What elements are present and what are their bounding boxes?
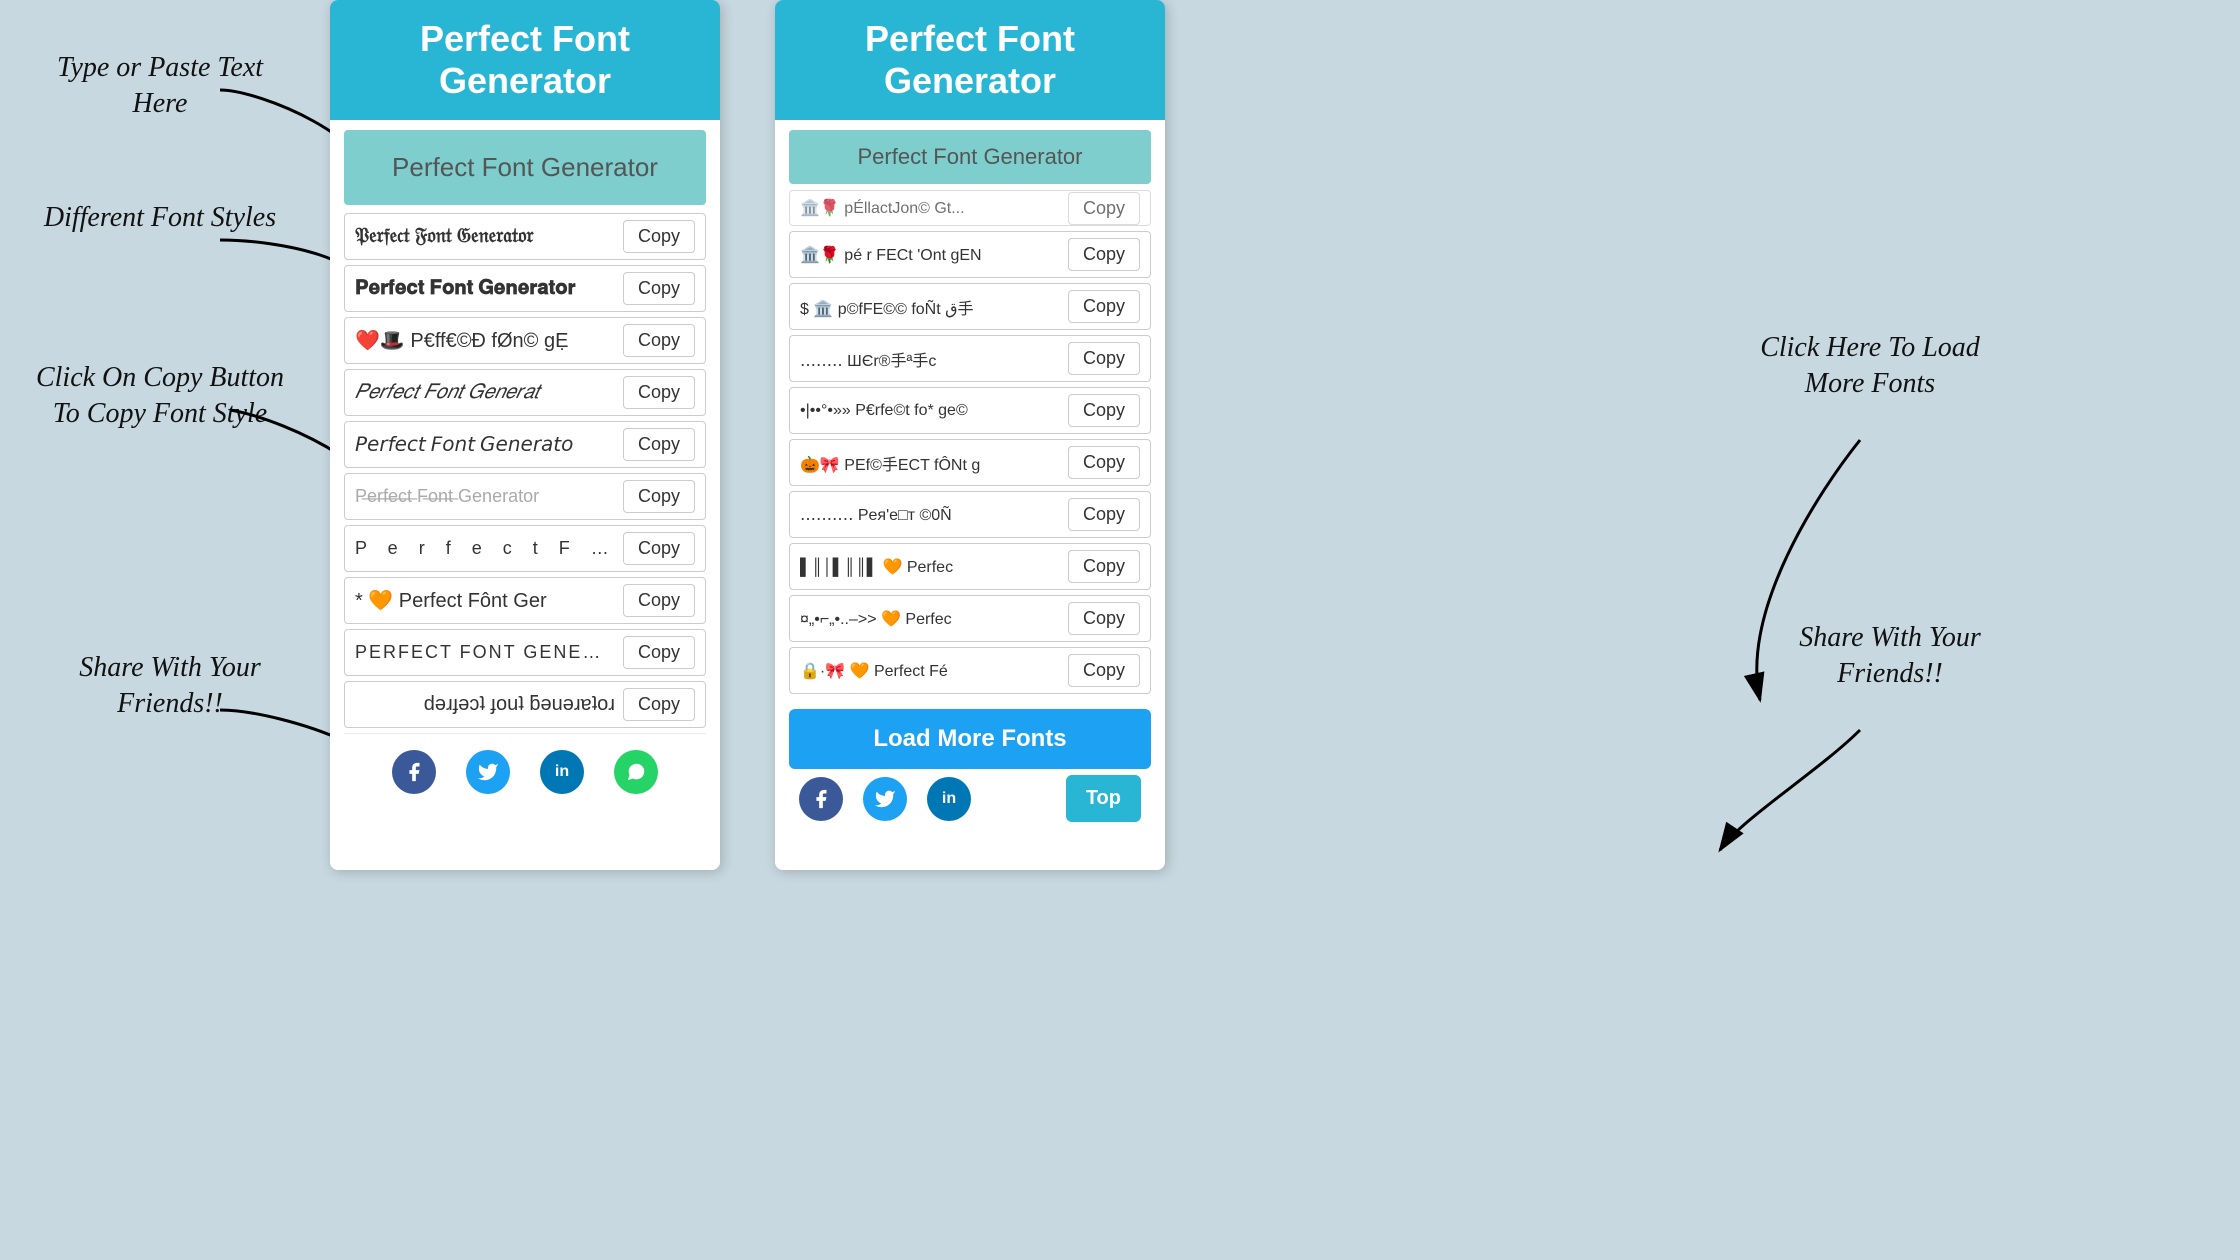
facebook-share-button-right[interactable]: [799, 777, 843, 821]
font-row: P e r f e c t F o n t Copy: [344, 525, 706, 572]
font-text: 𝔓𝔢𝔯𝔣𝔢𝔠𝔱 𝔉𝔬𝔫𝔱 𝔊𝔢𝔫𝔢𝔯𝔞𝔱𝔬𝔯: [355, 225, 615, 248]
linkedin-share-button-right[interactable]: in: [927, 777, 971, 821]
font-row: PERFECT FONT GENERATOR Copy: [344, 629, 706, 676]
font-row: ɹoʇɐɹǝuǝƃ ʇuoɟ ʇɔǝɟɹǝd Copy: [344, 681, 706, 728]
font-row: 🎃🎀 PEf©手ECT fÔNt g Copy: [789, 439, 1151, 486]
copy-button[interactable]: Copy: [623, 376, 695, 409]
font-row: * 🧡 Perfect Fônt Ger Copy: [344, 577, 706, 624]
left-panel: Perfect Font Generator 𝔓𝔢𝔯𝔣𝔢𝔠𝔱 𝔉𝔬𝔫𝔱 𝔊𝔢𝔫𝔢…: [330, 0, 720, 870]
facebook-share-button[interactable]: [392, 750, 436, 794]
font-text: ▌║│▌║║▌ 🧡 Perfec: [800, 557, 1060, 577]
font-text: P̶e̶r̶f̶e̶c̶t̶ F̶o̶n̶t̶ Generator: [355, 486, 615, 507]
linkedin-share-button[interactable]: in: [540, 750, 584, 794]
right-panel-header: Perfect Font Generator: [775, 0, 1165, 120]
bottom-bar: in Top: [789, 775, 1151, 832]
load-more-button[interactable]: Load More Fonts: [789, 709, 1151, 769]
font-row: 𝐏𝐞𝐫𝐟𝐞𝐜𝐭 𝐅𝐨𝐧𝐭 𝐆𝐞𝐧𝐞𝐫𝐚𝐭𝐨𝐫 Copy: [344, 265, 706, 312]
annotation-type-paste: Type or Paste Text Here: [30, 50, 290, 123]
copy-button[interactable]: Copy: [1068, 550, 1140, 583]
font-text: 🎃🎀 PEf©手ECT fÔNt g: [800, 451, 1060, 475]
font-text: P e r f e c t F o n t: [355, 538, 615, 559]
copy-button[interactable]: Copy: [623, 636, 695, 669]
right-panel: Perfect Font Generator Perfect Font Gene…: [775, 0, 1165, 870]
font-text: ɹoʇɐɹǝuǝƃ ʇuoɟ ʇɔǝɟɹǝd: [355, 693, 615, 716]
font-row-partial: 🏛️🌹 pÉllactJon© Gt... Copy: [789, 190, 1151, 226]
annotation-load-more: Click Here To Load More Fonts: [1730, 330, 2010, 403]
whatsapp-share-button[interactable]: [614, 750, 658, 794]
left-panel-body: 𝔓𝔢𝔯𝔣𝔢𝔠𝔱 𝔉𝔬𝔫𝔱 𝔊𝔢𝔫𝔢𝔯𝔞𝔱𝔬𝔯 Copy 𝐏𝐞𝐫𝐟𝐞𝐜𝐭 𝐅𝐨𝐧𝐭…: [330, 120, 720, 814]
copy-button[interactable]: Copy: [1068, 290, 1140, 323]
right-panel-title: Perfect Font Generator: [795, 18, 1145, 102]
font-text: 🏛️🌹 pÉllactJon© Gt...: [800, 198, 1060, 218]
font-row: •|••°•»» P€rfe©t fo* ge© Copy: [789, 387, 1151, 434]
copy-button[interactable]: Copy: [1068, 394, 1140, 427]
font-row: ❤️🎩 P€ff€©Ð fØn© gẸ Copy: [344, 317, 706, 364]
font-text: ❤️🎩 P€ff€©Ð fØn© gẸ: [355, 328, 615, 353]
font-text: 𝘗𝘦𝘳𝘧𝘦𝘤𝘵 𝘍𝘰𝘯𝘵 𝘎𝘦𝘯𝘦𝘳𝘢𝘵𝘰: [355, 432, 615, 457]
font-row: 𝘗𝘦𝘳𝘧𝘦𝘤𝘵 𝘍𝘰𝘯𝘵 𝘎𝘦𝘯𝘦𝘳𝘢𝘵𝘰 Copy: [344, 421, 706, 468]
copy-button[interactable]: Copy: [1068, 602, 1140, 635]
top-button[interactable]: Top: [1066, 775, 1141, 822]
copy-button[interactable]: Copy: [623, 480, 695, 513]
font-text: 🔒·🎀 🧡 Perfect Fé: [800, 661, 1060, 681]
font-text: ‥‥‥‥ ШЄr®手ª手c: [800, 347, 1060, 371]
font-text: 🏛️🌹 pé r FECt 'Ont gEN: [800, 245, 1060, 265]
font-text: 𝐏𝐞𝐫𝐟𝐞𝐜𝐭 𝐅𝐨𝐧𝐭 𝐆𝐞𝐧𝐞𝐫𝐚𝐭𝐨𝐫: [355, 277, 615, 300]
font-text: 𝑃𝑒𝑟𝑓𝑒𝑐𝑡 𝐹𝑜𝑛𝑡 𝐺𝑒𝑛𝑒𝑟𝑎𝑡: [355, 381, 615, 404]
font-text: $ 🏛️ p©fFE©© foÑt ق手: [800, 295, 1060, 319]
social-share-row: in: [344, 733, 706, 804]
left-panel-header: Perfect Font Generator: [330, 0, 720, 120]
text-input[interactable]: [344, 130, 706, 205]
copy-button[interactable]: Copy: [623, 220, 695, 253]
annotation-share-right: Share With Your Friends!!: [1760, 620, 2020, 693]
font-row: ‥‥‥‥ ШЄr®手ª手c Copy: [789, 335, 1151, 382]
font-text: * 🧡 Perfect Fônt Ger: [355, 588, 615, 613]
right-panel-input-display: Perfect Font Generator: [789, 130, 1151, 184]
annotation-share-left: Share With Your Friends!!: [40, 650, 300, 723]
twitter-share-button[interactable]: [466, 750, 510, 794]
font-row: 𝔓𝔢𝔯𝔣𝔢𝔠𝔱 𝔉𝔬𝔫𝔱 𝔊𝔢𝔫𝔢𝔯𝔞𝔱𝔬𝔯 Copy: [344, 213, 706, 260]
font-row: ¤„•⌐„•..–>> 🧡 Perfec Copy: [789, 595, 1151, 642]
copy-button[interactable]: Copy: [1068, 446, 1140, 479]
font-row: 𝑃𝑒𝑟𝑓𝑒𝑐𝑡 𝐹𝑜𝑛𝑡 𝐺𝑒𝑛𝑒𝑟𝑎𝑡 Copy: [344, 369, 706, 416]
right-panel-body: Perfect Font Generator 🏛️🌹 pÉllactJon© G…: [775, 120, 1165, 842]
copy-button[interactable]: Copy: [1068, 498, 1140, 531]
twitter-share-button-right[interactable]: [863, 777, 907, 821]
copy-button[interactable]: Copy: [623, 688, 695, 721]
copy-button[interactable]: Copy: [1068, 654, 1140, 687]
left-panel-title: Perfect Font Generator: [350, 18, 700, 102]
copy-button[interactable]: Copy: [623, 272, 695, 305]
annotation-click-copy: Click On Copy Button To Copy Font Style: [20, 360, 300, 433]
font-text: ¤„•⌐„•..–>> 🧡 Perfec: [800, 609, 1060, 629]
annotation-diff-fonts: Different Font Styles: [30, 200, 290, 236]
copy-button[interactable]: Copy: [1068, 342, 1140, 375]
copy-button[interactable]: Copy: [1068, 238, 1140, 271]
font-row: 🏛️🌹 pé r FECt 'Ont gEN Copy: [789, 231, 1151, 278]
copy-button[interactable]: Copy: [623, 324, 695, 357]
font-row: 🔒·🎀 🧡 Perfect Fé Copy: [789, 647, 1151, 694]
copy-button[interactable]: Copy: [623, 532, 695, 565]
copy-button[interactable]: Copy: [623, 428, 695, 461]
font-text: •|••°•»» P€rfe©t fo* ge©: [800, 402, 1060, 420]
copy-button[interactable]: Copy: [623, 584, 695, 617]
font-row: P̶e̶r̶f̶e̶c̶t̶ F̶o̶n̶t̶ Generator Copy: [344, 473, 706, 520]
font-text: PERFECT FONT GENERATOR: [355, 642, 615, 663]
font-row: ▌║│▌║║▌ 🧡 Perfec Copy: [789, 543, 1151, 590]
right-social-row: in: [799, 777, 971, 821]
font-row: ‥‥‥‥‥ Pея'е□т ©0Ñ Copy: [789, 491, 1151, 538]
font-row: $ 🏛️ p©fFE©© foÑt ق手 Copy: [789, 283, 1151, 330]
copy-button[interactable]: Copy: [1068, 192, 1140, 225]
font-text: ‥‥‥‥‥ Pея'е□т ©0Ñ: [800, 505, 1060, 525]
